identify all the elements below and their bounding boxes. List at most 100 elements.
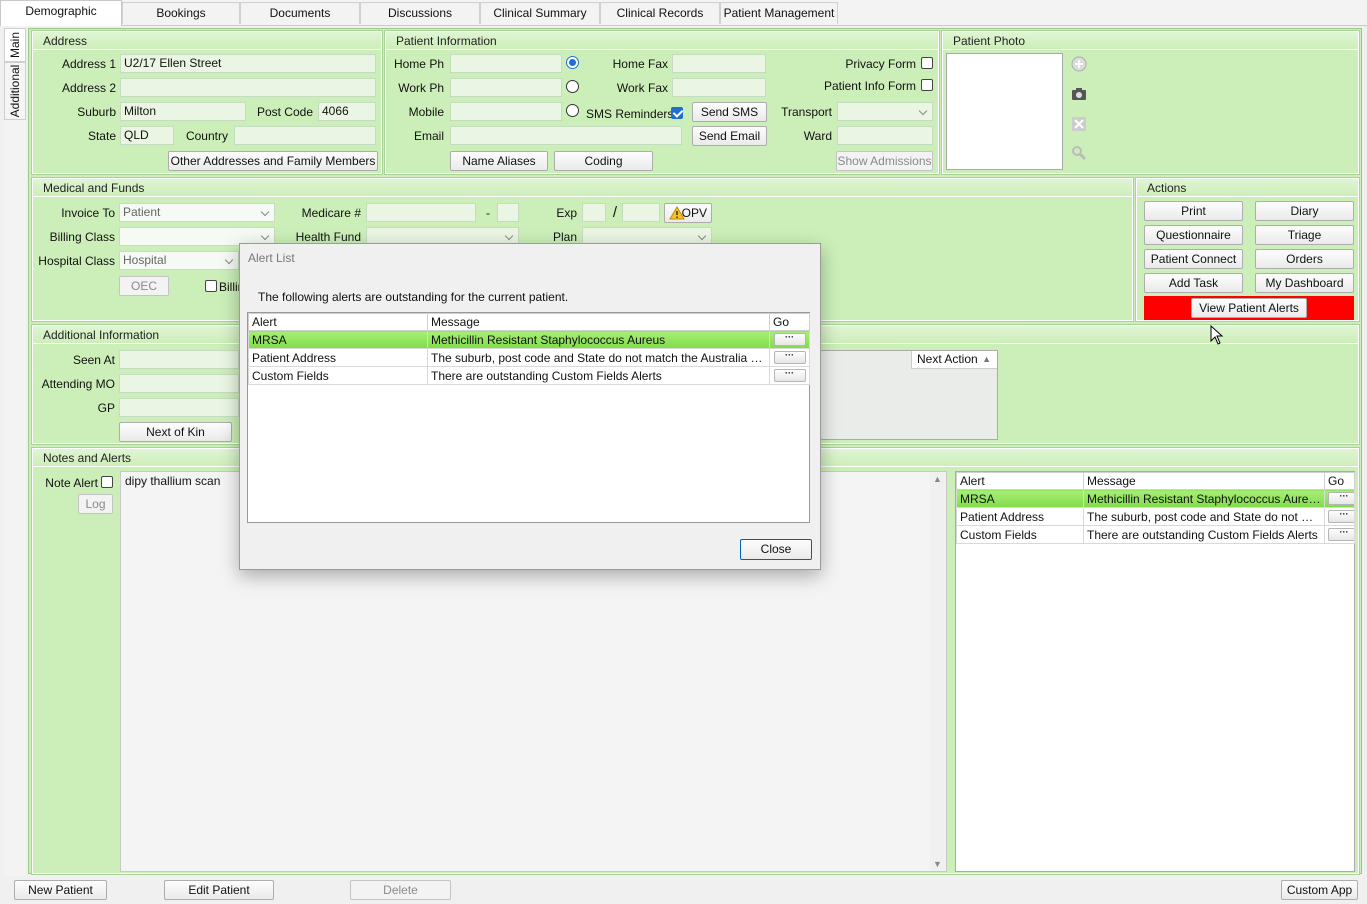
scroll-up-icon[interactable]: ▲: [933, 474, 942, 484]
tab-demographic[interactable]: Demographic: [0, 0, 122, 26]
view-patient-alerts-button[interactable]: View Patient Alerts: [1191, 298, 1307, 318]
table-row[interactable]: Custom Fields There are outstanding Custo…: [956, 525, 1355, 544]
tab-discussions[interactable]: Discussions: [360, 2, 480, 24]
work-ph-field[interactable]: [450, 78, 562, 97]
address1-field[interactable]: U2/17 Ellen Street: [120, 54, 376, 73]
new-patient-button[interactable]: New Patient: [14, 880, 107, 900]
add-photo-icon[interactable]: [1068, 53, 1090, 75]
side-tab-additional[interactable]: Additional: [4, 62, 26, 120]
medicare-field[interactable]: [366, 203, 476, 222]
oec-button[interactable]: OEC: [119, 276, 169, 296]
close-button[interactable]: Close: [740, 539, 812, 560]
go-button[interactable]: ···: [773, 351, 806, 364]
coding-button[interactable]: Coding: [554, 151, 653, 171]
table-row[interactable]: MRSA Methicillin Resistant Staphylococcus…: [248, 330, 810, 349]
dialog-intro: The following alerts are outstanding for…: [258, 290, 569, 304]
go-button[interactable]: ···: [1328, 528, 1354, 541]
side-tab-main[interactable]: Main: [4, 28, 26, 62]
zoom-icon[interactable]: [1068, 142, 1090, 164]
triage-button[interactable]: Triage: [1255, 225, 1354, 245]
diary-button[interactable]: Diary: [1255, 201, 1354, 221]
tab-clinical-summary[interactable]: Clinical Summary: [480, 2, 600, 24]
attending-mo-field[interactable]: [119, 374, 239, 393]
home-ph-radio[interactable]: [566, 56, 579, 69]
patient-connect-button[interactable]: Patient Connect: [1144, 249, 1243, 269]
sms-reminders-checkbox[interactable]: [671, 107, 683, 119]
photo-frame[interactable]: [946, 53, 1063, 170]
medical-funds-header: Medical and Funds: [33, 179, 1132, 197]
alert-cell: Custom Fields: [956, 525, 1084, 544]
table-row[interactable]: Patient Address The suburb, post code and…: [248, 348, 810, 367]
send-sms-button[interactable]: Send SMS: [692, 102, 767, 122]
go-button[interactable]: ···: [1328, 510, 1354, 523]
home-fax-field[interactable]: [672, 54, 766, 73]
go-button[interactable]: ···: [773, 369, 806, 382]
tasks-list[interactable]: Next Action ▲: [813, 350, 998, 440]
work-ph-radio[interactable]: [566, 80, 579, 93]
send-email-button[interactable]: Send Email: [692, 126, 767, 146]
home-ph-field[interactable]: [450, 54, 562, 73]
mobile-field[interactable]: [450, 102, 562, 121]
other-addresses-button[interactable]: Other Addresses and Family Members: [168, 151, 378, 171]
address2-field[interactable]: [120, 78, 376, 97]
delete-button[interactable]: Delete: [350, 880, 451, 900]
gp-field[interactable]: [119, 398, 239, 417]
message-column-header[interactable]: Message: [1083, 472, 1325, 490]
postcode-field[interactable]: 4066: [318, 102, 376, 121]
invoice-to-select[interactable]: Patient: [119, 203, 275, 222]
message-column-header[interactable]: Message: [427, 313, 770, 331]
go-button[interactable]: ···: [1328, 492, 1354, 505]
privacy-form-checkbox[interactable]: [921, 57, 933, 69]
state-field[interactable]: QLD: [120, 126, 174, 145]
work-fax-field[interactable]: [672, 78, 766, 97]
patient-info-form-checkbox[interactable]: [921, 79, 933, 91]
table-row[interactable]: Patient Address The suburb, post code and…: [956, 507, 1355, 526]
go-column-header[interactable]: Go: [1324, 472, 1355, 490]
tab-documents[interactable]: Documents: [240, 2, 360, 24]
billing-checkbox[interactable]: [205, 280, 217, 292]
alert-column-header[interactable]: Alert: [248, 313, 428, 331]
mobile-radio[interactable]: [566, 104, 579, 117]
scroll-down-icon[interactable]: ▼: [933, 859, 942, 869]
log-button[interactable]: Log: [78, 494, 113, 514]
note-alert-checkbox[interactable]: [101, 476, 113, 488]
hospital-class-select[interactable]: Hospital: [119, 251, 239, 270]
bottom-bar: New Patient Edit Patient Delete Custom A…: [0, 876, 1367, 904]
table-row[interactable]: MRSA Methicillin Resistant Staphylococcus…: [956, 489, 1355, 508]
go-button[interactable]: ···: [773, 333, 806, 346]
orders-button[interactable]: Orders: [1255, 249, 1354, 269]
alert-column-header[interactable]: Alert: [956, 472, 1084, 490]
message-cell: There are outstanding Custom Fields Aler…: [1083, 525, 1325, 544]
exp-month-field[interactable]: [582, 203, 606, 222]
country-field[interactable]: [234, 126, 376, 145]
medicare-irn-field[interactable]: [497, 203, 519, 222]
tab-bookings[interactable]: Bookings: [122, 2, 240, 24]
edit-patient-button[interactable]: Edit Patient: [164, 880, 274, 900]
ward-field[interactable]: [837, 126, 933, 145]
dialog-alerts-list: Alert Message Go MRSA Methicillin Resistant…: [247, 312, 810, 523]
delete-photo-icon[interactable]: [1068, 113, 1090, 135]
custom-app-button[interactable]: Custom App: [1281, 880, 1358, 900]
show-admissions-button[interactable]: Show Admissions: [836, 151, 933, 171]
name-aliases-button[interactable]: Name Aliases: [450, 151, 548, 171]
tab-patient-management[interactable]: Patient Management: [720, 2, 838, 24]
questionnaire-button[interactable]: Questionnaire: [1144, 225, 1243, 245]
opv-button[interactable]: OPV: [664, 203, 712, 223]
table-row[interactable]: Custom Fields There are outstanding Custo…: [248, 366, 810, 385]
print-button[interactable]: Print: [1144, 201, 1243, 221]
next-action-column[interactable]: Next Action ▲: [911, 351, 997, 369]
go-column-header[interactable]: Go: [769, 313, 810, 331]
tab-clinical-records[interactable]: Clinical Records: [600, 2, 720, 24]
plan-label: Plan: [552, 230, 577, 244]
notes-scrollbar[interactable]: ▲ ▼: [930, 472, 946, 871]
email-field[interactable]: [450, 126, 682, 145]
seen-at-field[interactable]: [119, 350, 239, 369]
exp-year-field[interactable]: [622, 203, 660, 222]
patient-info-panel: Patient Information Home Ph Work Ph Mobi…: [384, 30, 940, 175]
next-of-kin-button[interactable]: Next of Kin: [119, 422, 232, 442]
suburb-field[interactable]: Milton: [120, 102, 246, 121]
transport-select[interactable]: [837, 102, 933, 121]
add-task-button[interactable]: Add Task: [1144, 273, 1243, 293]
camera-icon[interactable]: [1068, 83, 1090, 105]
my-dashboard-button[interactable]: My Dashboard: [1255, 273, 1354, 293]
